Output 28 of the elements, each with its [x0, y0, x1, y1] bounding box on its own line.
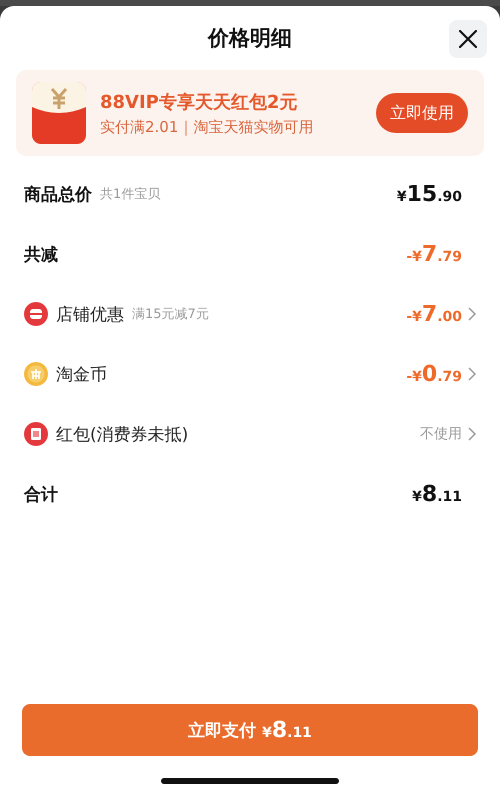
envelope-icon — [32, 82, 86, 144]
row-note: 满15元减7元 — [132, 306, 209, 323]
price: -¥7.79 — [406, 242, 462, 266]
chevron-icon[interactable] — [468, 427, 476, 441]
chevron-icon[interactable] — [468, 367, 476, 381]
row-label: 商品总价 — [24, 184, 92, 206]
row-value[interactable]: 不使用 — [420, 425, 462, 443]
row-label: 红包(消费券未抵) — [56, 424, 188, 446]
price: ¥15.90 — [396, 182, 462, 206]
envelope-icon — [24, 422, 48, 446]
price: ¥8.11 — [412, 482, 462, 506]
row-note: 共1件宝贝 — [100, 186, 160, 203]
row-label: 共减 — [24, 244, 58, 266]
close-icon — [458, 29, 478, 49]
price: -¥7.00 — [406, 302, 462, 326]
pay-button[interactable]: 立即支付 ¥8.11 — [22, 704, 478, 756]
coin-icon — [24, 362, 48, 386]
price: -¥0.79 — [406, 362, 462, 386]
sheet-title: 价格明细 — [208, 25, 292, 52]
promo-title: 88VIP专享天天红包2元 — [100, 90, 298, 114]
promo-subtitle: 实付满2.01｜淘宝天猫实物可用 — [100, 118, 314, 136]
row-label: 淘金币 — [56, 364, 107, 386]
row-label: 合计 — [24, 484, 58, 506]
close-button[interactable] — [449, 20, 487, 58]
shop-icon — [24, 302, 48, 326]
chevron-icon[interactable] — [468, 307, 476, 321]
use-now-button[interactable]: 立即使用 — [376, 93, 468, 133]
row-label: 店铺优惠 — [56, 304, 124, 326]
